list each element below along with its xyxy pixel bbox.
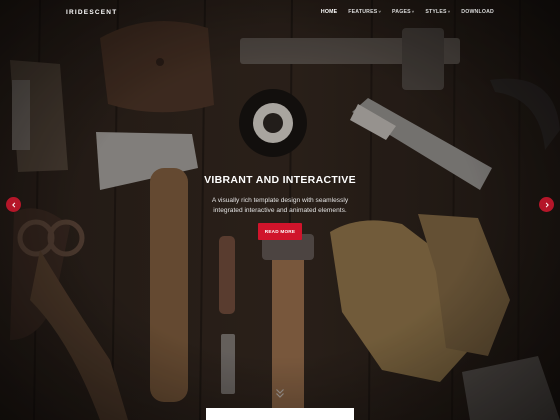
chevron-down-icon: ˅ [447,9,451,14]
slider-next-button[interactable] [539,197,554,212]
nav-item-label: PAGES [392,9,411,15]
hero-subtitle-line: integrated interactive and animated elem… [213,206,347,214]
chevron-down-icon[interactable] [274,387,286,399]
chevron-down-icon: ˅ [411,9,415,14]
hero-title: VIBRANT AND INTERACTIVE [204,174,356,186]
nav-item-styles[interactable]: STYLES ˅ [425,9,450,15]
nav-item-label: HOME [320,9,338,15]
nav-item-label: FEATURES [348,9,378,15]
content-panel-top [206,408,354,420]
main-nav: HOME FEATURES ˅ PAGES ˅ STYLES ˅ DOWNLOA… [321,9,494,15]
hero-subtitle-line: A visually rich template design with sea… [211,197,349,204]
chevron-down-icon: ˅ [378,9,381,14]
nav-item-features[interactable]: FEATURES ˅ [348,9,381,15]
chevron-left-icon [11,202,15,207]
hero-subtitle: A visually rich template design with sea… [0,196,560,215]
read-more-button[interactable]: READ MORE [258,223,302,240]
nav-item-label: STYLES [425,9,447,15]
nav-item-download[interactable]: DOWNLOAD [461,9,494,15]
top-navbar: IRIDESCENT HOME FEATURES ˅ PAGES ˅ STYLE… [0,0,560,24]
chevron-right-icon [545,202,549,207]
nav-item-home[interactable]: HOME [321,9,337,15]
hero-slider: IRIDESCENT HOME FEATURES ˅ PAGES ˅ STYLE… [0,0,560,420]
brand-logo[interactable]: IRIDESCENT [66,9,117,16]
slider-prev-button[interactable] [6,197,21,212]
nav-item-label: DOWNLOAD [461,9,494,15]
nav-item-pages[interactable]: PAGES ˅ [392,9,414,15]
